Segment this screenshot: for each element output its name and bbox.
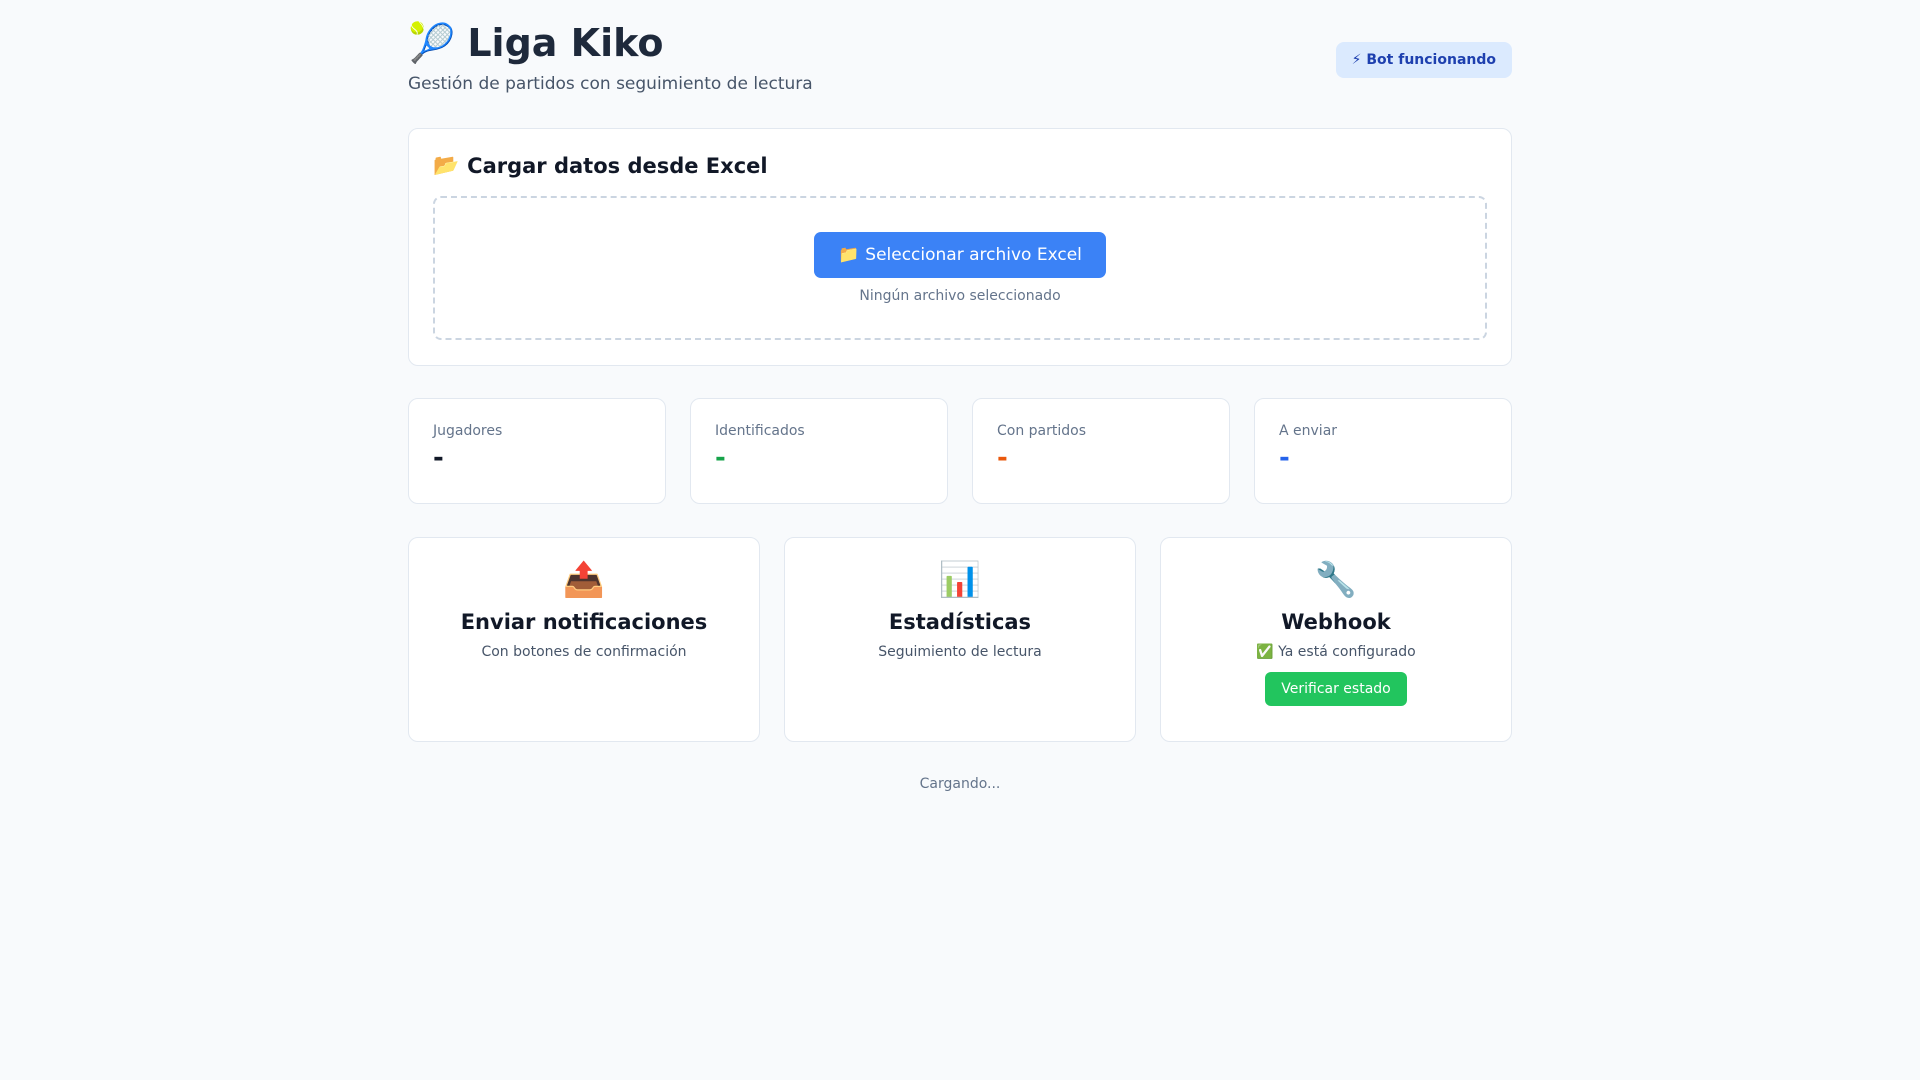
stat-value: -: [433, 443, 444, 473]
action-title: Enviar notificaciones: [460, 610, 708, 634]
upload-title-text: Cargar datos desde Excel: [467, 153, 768, 178]
upload-card: 📂 Cargar datos desde Excel 📁 Seleccionar…: [408, 128, 1512, 366]
webhook-card: 🔧 Webhook ✅ Ya está configurado Verifica…: [1160, 537, 1512, 742]
title-row: 🎾 Liga Kiko: [408, 20, 813, 66]
stat-card-con-partidos: Con partidos -: [972, 398, 1230, 504]
stat-card-jugadores: Jugadores -: [408, 398, 666, 504]
lightning-icon: ⚡: [1351, 52, 1362, 68]
stat-value: -: [997, 443, 1008, 473]
folder-icon: 📁: [838, 245, 860, 265]
action-title: Estadísticas: [888, 610, 1032, 634]
file-dropzone[interactable]: 📁 Seleccionar archivo Excel Ningún archi…: [433, 196, 1487, 340]
stat-label: Identificados: [715, 423, 805, 439]
webhook-status-text: ✅ Ya está configurado: [1256, 644, 1416, 660]
page-header: 🎾 Liga Kiko Gestión de partidos con segu…: [408, 20, 1512, 128]
stat-label: Jugadores: [433, 423, 503, 439]
tennis-racket-icon: 🎾: [408, 21, 456, 65]
action-description: Con botones de confirmación: [481, 644, 687, 660]
send-notifications-card[interactable]: 📤 Enviar notificaciones Con botones de c…: [408, 537, 760, 742]
bot-status-label: Bot funcionando: [1366, 52, 1496, 68]
upload-title: 📂 Cargar datos desde Excel: [433, 153, 1487, 178]
loading-status: Cargando...: [919, 776, 1001, 792]
stat-value: -: [715, 443, 726, 473]
page-title: Liga Kiko: [467, 21, 664, 65]
select-excel-label: Seleccionar archivo Excel: [865, 245, 1082, 265]
title-block: 🎾 Liga Kiko Gestión de partidos con segu…: [408, 20, 813, 94]
select-excel-button[interactable]: 📁 Seleccionar archivo Excel: [814, 232, 1106, 278]
wrench-icon: 🔧: [1314, 560, 1358, 600]
action-description: Seguimiento de lectura: [878, 644, 1042, 660]
action-title: Webhook: [1281, 610, 1391, 634]
bot-status-badge: ⚡ Bot funcionando: [1335, 42, 1512, 78]
page-subtitle: Gestión de partidos con seguimiento de l…: [408, 74, 813, 94]
bar-chart-icon: 📊: [938, 560, 982, 600]
statistics-card[interactable]: 📊 Estadísticas Seguimiento de lectura: [784, 537, 1136, 742]
stat-card-a-enviar: A enviar -: [1254, 398, 1512, 504]
stat-label: A enviar: [1279, 423, 1338, 439]
open-folder-icon: 📂: [433, 153, 460, 177]
stats-grid: Jugadores - Identificados - Con partidos…: [408, 398, 1512, 504]
actions-grid: 📤 Enviar notificaciones Con botones de c…: [408, 537, 1512, 742]
file-status-text: Ningún archivo seleccionado: [859, 288, 1061, 304]
stat-card-identificados: Identificados -: [690, 398, 948, 504]
stat-value: -: [1279, 443, 1290, 473]
stat-label: Con partidos: [997, 423, 1087, 439]
outbox-tray-icon: 📤: [562, 560, 606, 600]
app-container: 🎾 Liga Kiko Gestión de partidos con segu…: [408, 0, 1512, 792]
verify-status-button[interactable]: Verificar estado: [1265, 672, 1407, 706]
